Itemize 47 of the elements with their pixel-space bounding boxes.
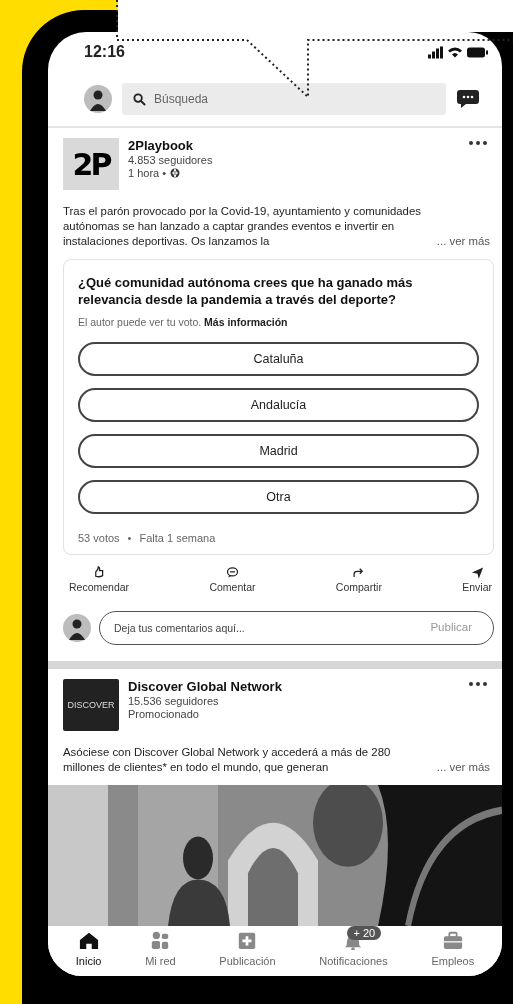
company-logo[interactable]: 2P <box>63 138 119 190</box>
home-icon <box>77 930 100 950</box>
action-button[interactable]: Comentar <box>209 565 256 593</box>
post-text: Tras el parón provocado por la Covid-19, ayuntamiento y comunidades autónomas se han lanzado a captar grandes eventos e invertir en instalaciones deportivas. Os lanzamos la <box>63 204 422 249</box>
vote-count: 53 votos <box>78 532 120 544</box>
post-meta: 1 hora • <box>128 167 167 179</box>
poll-option[interactable]: Otra <box>78 480 479 514</box>
more-icon[interactable] <box>468 681 488 687</box>
wifi-icon <box>448 45 462 59</box>
comment-icon <box>224 565 240 580</box>
company-logo[interactable]: DISCOVER <box>63 679 119 731</box>
search-icon <box>133 93 146 106</box>
nav-tab[interactable]: Notificaciones + 20 <box>319 926 388 967</box>
post-text: Asóciese con Discover Global Network y accederá a más de 280 millones de clientes* en todo el mundo, que generan <box>63 745 392 775</box>
follower-count: 4.853 seguidores <box>128 154 213 166</box>
follower-count: 15.536 seguidores <box>128 695 219 707</box>
author-name[interactable]: Discover Global Network <box>128 679 282 694</box>
poll-option[interactable]: Madrid <box>78 434 479 468</box>
briefcase-icon <box>441 930 464 950</box>
post-meta: Promocionado <box>128 708 199 720</box>
avatar-icon[interactable] <box>84 85 112 113</box>
avatar-icon[interactable] <box>63 614 91 642</box>
nav-tab[interactable]: Inicio <box>75 926 102 967</box>
more-icon[interactable] <box>468 140 488 146</box>
search-field[interactable]: Búsqueda <box>122 83 446 115</box>
send-icon <box>469 565 485 580</box>
time-remaining: Falta 1 semana <box>139 532 216 544</box>
clock-time: 12:16 <box>84 43 125 61</box>
globe-icon <box>170 168 181 178</box>
nav-tab[interactable]: Mi red <box>145 926 176 967</box>
author-name[interactable]: 2Playbook <box>128 138 194 153</box>
poll-option[interactable]: Cataluña <box>78 342 479 376</box>
separator-dot: • <box>127 532 132 544</box>
nav-tab[interactable]: Publicación <box>219 926 276 967</box>
poll-note: El autor puede ver tu voto. Más información <box>78 316 289 328</box>
battery-icon <box>467 45 488 59</box>
nav-tab[interactable]: Empleos <box>431 926 475 967</box>
signal-icon <box>428 45 443 59</box>
poll-question: ¿Qué comunidad autónoma crees que ha ganado más relevancia desde la pandemia a través del deporte? <box>78 274 414 308</box>
see-more-link[interactable]: ... ver más <box>436 760 490 775</box>
action-button[interactable]: Enviar <box>462 565 492 593</box>
action-button[interactable]: Compartir <box>335 565 382 593</box>
notification-badge: + 20 <box>347 926 382 940</box>
poll-option[interactable]: Andalucía <box>78 388 479 422</box>
chat-icon[interactable] <box>456 88 480 110</box>
action-button[interactable]: Recomendar <box>69 565 130 593</box>
see-more-link[interactable]: ... ver más <box>436 234 490 249</box>
